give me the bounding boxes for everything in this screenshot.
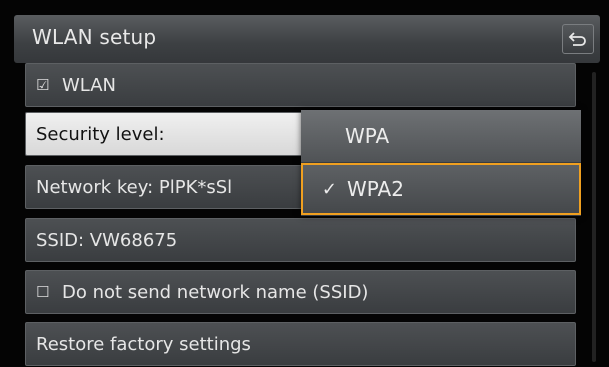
wlan-checkbox[interactable]: ☑ — [36, 76, 62, 94]
restore-factory-settings-label: Restore factory settings — [36, 333, 251, 355]
option-wpa[interactable]: WPA — [301, 110, 581, 162]
wlan-toggle[interactable]: ☑ WLAN — [25, 63, 576, 107]
security-level-dropdown: WPA ✓ WPA2 — [301, 110, 581, 216]
back-arrow-icon — [568, 32, 586, 46]
back-button[interactable] — [562, 24, 594, 54]
option-wpa2[interactable]: ✓ WPA2 — [301, 163, 581, 215]
network-key-label: Network key: PlPK*sSl — [36, 176, 233, 198]
title-bar: WLAN setup — [14, 15, 600, 63]
hide-ssid-toggle[interactable]: ☐ Do not send network name (SSID) — [25, 270, 576, 314]
scrollbar[interactable] — [592, 72, 596, 362]
wlan-label: WLAN — [62, 74, 117, 96]
hide-ssid-label: Do not send network name (SSID) — [62, 281, 369, 303]
option-wpa-label: WPA — [345, 124, 390, 148]
hide-ssid-checkbox[interactable]: ☐ — [36, 283, 62, 301]
restore-factory-settings-item[interactable]: Restore factory settings — [25, 322, 576, 366]
checkmark-icon: ✓ — [321, 178, 337, 200]
security-level-label: Security level: — [36, 123, 165, 145]
page-title: WLAN setup — [32, 25, 157, 49]
option-wpa2-label: WPA2 — [347, 177, 404, 201]
ssid-item[interactable]: SSID: VW68675 — [25, 218, 576, 262]
ssid-label: SSID: VW68675 — [36, 229, 178, 251]
infotainment-screen: WLAN setup ☑ WLAN Security level: Networ… — [0, 0, 609, 367]
